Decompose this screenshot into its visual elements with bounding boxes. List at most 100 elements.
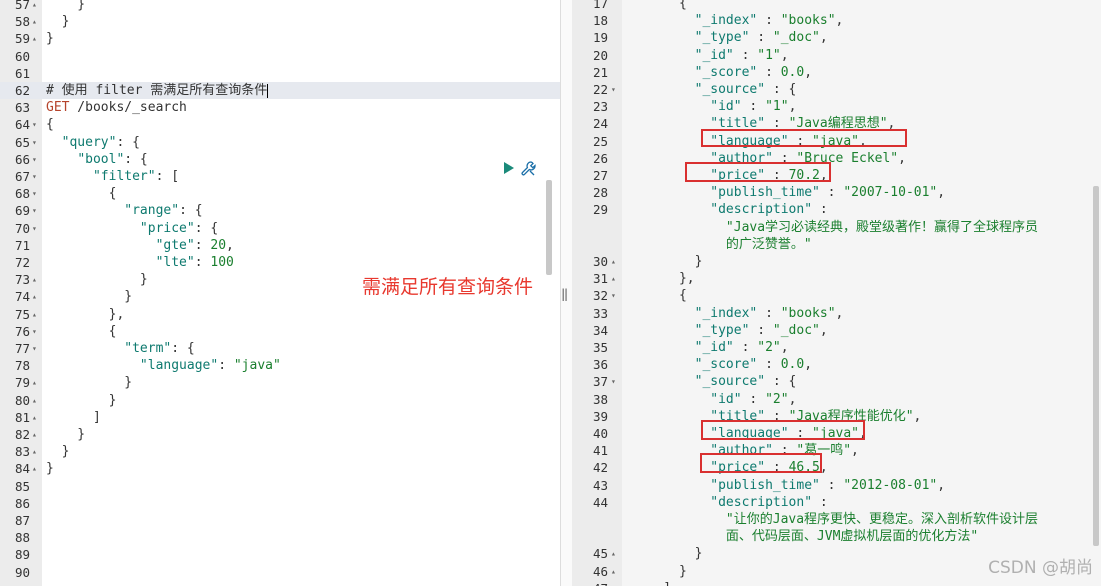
code-token: }, — [46, 306, 125, 322]
code-line[interactable]: 31 ▴ }, — [572, 270, 1101, 287]
code-line[interactable]: 81 ▴ ] — [0, 409, 560, 426]
code-line[interactable]: 42 "price" : 46.5, — [572, 459, 1101, 476]
code-line[interactable]: 70 ▾ "price": { — [0, 220, 560, 237]
fold-close-icon[interactable]: ▴ — [32, 30, 37, 47]
code-line[interactable]: 64 ▾ { — [0, 116, 560, 133]
wrench-icon[interactable] — [520, 160, 538, 178]
code-line[interactable]: "让你的Java程序更快、更稳定。深入剖析软件设计层 — [572, 511, 1101, 528]
fold-close-icon[interactable]: ▴ — [32, 306, 37, 323]
code-line[interactable]: 66 ▾ "bool": { — [0, 151, 560, 168]
fold-close-icon[interactable]: ▴ — [32, 374, 37, 391]
fold-open-icon[interactable]: ▾ — [611, 373, 616, 390]
code-line[interactable]: 83 ▴ } — [0, 443, 560, 460]
fold-close-icon[interactable]: ▴ — [32, 443, 37, 460]
code-line[interactable]: 32 ▾ { — [572, 287, 1101, 304]
code-line[interactable]: 87 — [0, 512, 560, 529]
fold-close-icon[interactable]: ▴ — [611, 545, 616, 562]
code-line[interactable]: 61 — [0, 65, 560, 82]
code-line[interactable]: 60 — [0, 48, 560, 65]
fold-close-icon[interactable]: ▴ — [32, 409, 37, 426]
code-line[interactable]: 37 ▾ "_source" : { — [572, 373, 1101, 390]
fold-open-icon[interactable]: ▾ — [32, 116, 37, 133]
fold-close-icon[interactable]: ▴ — [611, 270, 616, 287]
code-line[interactable]: 29 "description" : — [572, 201, 1101, 218]
fold-open-icon[interactable]: ▾ — [32, 323, 37, 340]
code-line[interactable]: 28 "publish_time" : "2007-10-01", — [572, 184, 1101, 201]
code-line[interactable]: 68 ▾ { — [0, 185, 560, 202]
response-viewer[interactable]: 17 {18 "_index" : "books", 19 "_type" : "… — [572, 0, 1101, 586]
fold-open-icon[interactable]: ▾ — [611, 287, 616, 304]
code-line[interactable]: 面、代码层面、JVM虚拟机层面的优化方法" — [572, 528, 1101, 545]
code-line[interactable]: 44 "description" : — [572, 494, 1101, 511]
code-line[interactable]: 86 — [0, 495, 560, 512]
code-line[interactable]: 58 ▴ } — [0, 13, 560, 30]
code-line[interactable]: 35 "_id" : "2", — [572, 339, 1101, 356]
code-line[interactable]: 43 "publish_time" : "2012-08-01", — [572, 477, 1101, 494]
code-token: , — [835, 13, 844, 29]
code-line[interactable]: 18 "_index" : "books", — [572, 12, 1101, 29]
code-line[interactable]: 90 — [0, 564, 560, 581]
code-line[interactable]: 80 ▴ } — [0, 392, 560, 409]
fold-close-icon[interactable]: ▴ — [32, 0, 37, 13]
code-text: { — [46, 116, 54, 133]
code-line[interactable]: 72 "lte": 100 — [0, 254, 560, 271]
code-line[interactable]: 85 — [0, 478, 560, 495]
fold-close-icon[interactable]: ▴ — [32, 392, 37, 409]
fold-open-icon[interactable]: ▾ — [611, 81, 616, 98]
fold-close-icon[interactable]: ▴ — [611, 253, 616, 270]
resize-handle-icon[interactable]: ‖ — [561, 287, 568, 301]
code-line[interactable]: 19 "_type" : "_doc", — [572, 29, 1101, 46]
code-line[interactable]: 41 "author" : "葛一鸣", — [572, 442, 1101, 459]
play-icon[interactable] — [503, 161, 515, 175]
fold-open-icon[interactable]: ▾ — [32, 134, 37, 151]
code-line[interactable]: 71 "gte": 20, — [0, 237, 560, 254]
fold-close-icon[interactable]: ▴ — [32, 426, 37, 443]
code-line[interactable]: "Java学习必读经典，殿堂级著作！赢得了全球程序员 — [572, 219, 1101, 236]
code-line[interactable]: 88 — [0, 529, 560, 546]
code-line[interactable]: 77 ▾ "term": { — [0, 340, 560, 357]
code-line[interactable]: 89 — [0, 546, 560, 563]
fold-open-icon[interactable]: ▾ — [32, 202, 37, 219]
code-line[interactable]: 59 ▴} — [0, 30, 560, 47]
code-line[interactable]: 69 ▾ "range": { — [0, 202, 560, 219]
fold-open-icon[interactable]: ▾ — [32, 151, 37, 168]
fold-open-icon[interactable]: ▾ — [32, 220, 37, 237]
code-line[interactable]: 22 ▾ "_source" : { — [572, 81, 1101, 98]
code-line[interactable]: 79 ▴ } — [0, 374, 560, 391]
fold-open-icon[interactable]: ▾ — [32, 340, 37, 357]
code-line[interactable]: 57 ▴ } — [0, 0, 560, 13]
code-line[interactable]: 30 ▴ } — [572, 253, 1101, 270]
code-line[interactable]: 76 ▾ { — [0, 323, 560, 340]
code-line[interactable]: 82 ▴ } — [0, 426, 560, 443]
fold-open-icon[interactable]: ▾ — [32, 168, 37, 185]
request-editor[interactable]: 57 ▴ } 58 ▴ } 59 ▴} 60 61 62 # 使用 filter 需满足所有查询条… — [0, 0, 560, 586]
response-viewer-scrollbar[interactable] — [1093, 186, 1099, 546]
fold-close-icon[interactable]: ▴ — [32, 460, 37, 477]
code-line[interactable]: 的广泛赞誉。" — [572, 236, 1101, 253]
fold-close-icon[interactable]: ▴ — [32, 288, 37, 305]
code-line[interactable]: 47▴ ] — [572, 580, 1101, 586]
fold-close-icon[interactable]: ▴ — [32, 271, 37, 288]
code-line[interactable]: 67 ▾ "filter": [ — [0, 168, 560, 185]
code-line[interactable]: 62 # 使用 filter 需满足所有查询条件 — [0, 82, 560, 99]
code-line[interactable]: 75 ▴ }, — [0, 306, 560, 323]
fold-close-icon[interactable]: ▴ — [611, 563, 616, 580]
fold-close-icon[interactable]: ▴ — [611, 580, 616, 586]
code-line[interactable]: 26 "author" : "Bruce Eckel", — [572, 150, 1101, 167]
code-line[interactable]: 33 "_index" : "books", — [572, 305, 1101, 322]
code-line[interactable]: 23 "id" : "1", — [572, 98, 1101, 115]
fold-open-icon[interactable]: ▾ — [32, 185, 37, 202]
code-line[interactable]: 38 "id" : "2", — [572, 391, 1101, 408]
code-line[interactable]: 65 ▾ "query": { — [0, 134, 560, 151]
request-editor-scrollbar[interactable] — [546, 180, 552, 275]
code-line[interactable]: 63 GET /books/_search — [0, 99, 560, 116]
fold-close-icon[interactable]: ▴ — [32, 13, 37, 30]
code-line[interactable]: 17 { — [572, 0, 1101, 12]
code-line[interactable]: 34 "_type" : "_doc", — [572, 322, 1101, 339]
code-line[interactable]: 21 "_score" : 0.0, — [572, 64, 1101, 81]
code-line[interactable]: 78 "language": "java" — [0, 357, 560, 374]
code-line[interactable]: 36 "_score" : 0.0, — [572, 356, 1101, 373]
code-line[interactable]: 27 "price" : 70.2, — [572, 167, 1101, 184]
code-line[interactable]: 84 ▴} — [0, 460, 560, 477]
code-line[interactable]: 20 "_id" : "1", — [572, 47, 1101, 64]
